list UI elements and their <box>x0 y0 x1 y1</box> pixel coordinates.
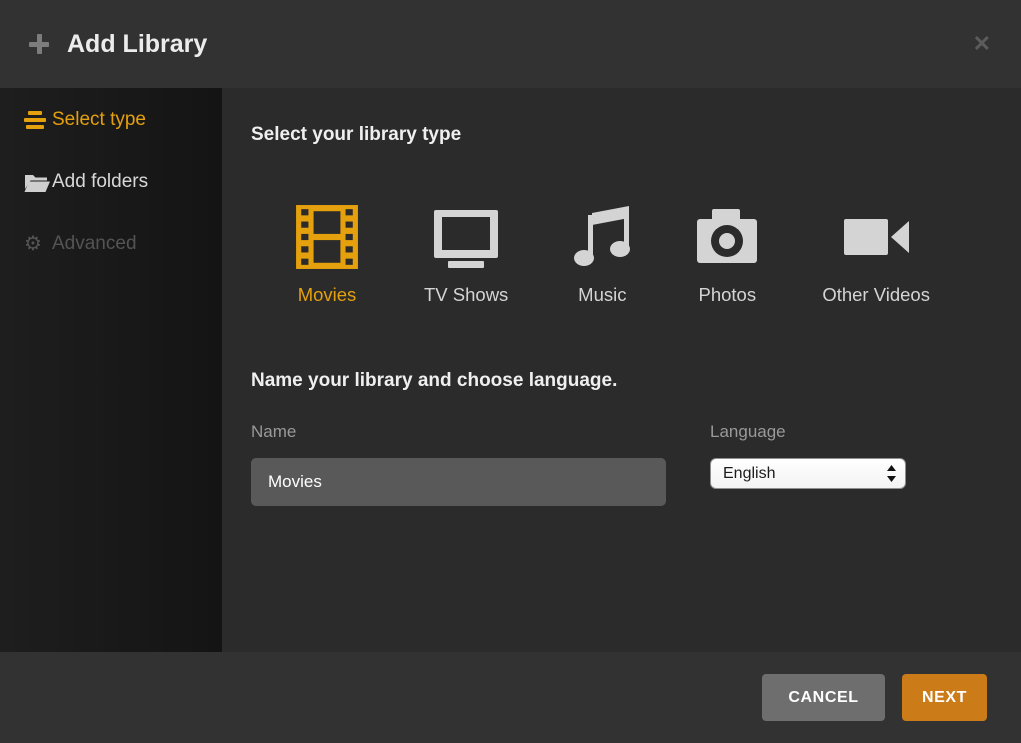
close-icon[interactable]: ✕ <box>973 33 991 55</box>
language-selected-value: English <box>723 465 887 483</box>
type-option-label: Other Videos <box>822 284 930 306</box>
sidebar-item-select-type[interactable]: Select type <box>0 98 222 142</box>
sidebar-item-add-folders[interactable]: Add folders <box>0 160 222 204</box>
dialog-body: Select type Add folders ⚙ Advanced <box>0 88 1021 652</box>
type-option-tv-shows[interactable]: TV Shows <box>424 204 508 306</box>
sidebar-item-label: Add folders <box>52 171 148 193</box>
video-camera-icon <box>843 204 909 270</box>
camera-icon <box>696 204 758 270</box>
dialog-title: Add Library <box>67 30 207 59</box>
library-type-picker: Movies TV Shows <box>251 204 1021 306</box>
language-field-group: Language English <box>710 422 906 506</box>
steps-sidebar: Select type Add folders ⚙ Advanced <box>0 88 222 652</box>
plus-icon <box>28 33 50 55</box>
dialog-header: Add Library ✕ <box>0 0 1021 88</box>
sidebar-item-advanced: ⚙ Advanced <box>0 222 222 266</box>
name-language-heading: Name your library and choose language. <box>251 370 1021 392</box>
main-content: Select your library type <box>222 88 1021 652</box>
sidebar-item-label: Advanced <box>52 233 137 255</box>
folder-open-icon <box>24 172 52 193</box>
type-option-label: TV Shows <box>424 284 508 306</box>
sidebar-item-label: Select type <box>52 109 146 131</box>
tv-monitor-icon <box>432 204 500 270</box>
type-option-music[interactable]: Music <box>572 204 632 306</box>
add-library-dialog: Add Library ✕ Select type Add folders <box>0 0 1021 743</box>
language-select[interactable]: English <box>710 458 906 489</box>
list-bars-icon <box>24 111 52 129</box>
type-option-label: Music <box>578 284 626 306</box>
next-button[interactable]: NEXT <box>902 674 987 721</box>
music-note-icon <box>572 204 632 270</box>
type-option-other-videos[interactable]: Other Videos <box>822 204 930 306</box>
language-label: Language <box>710 422 906 442</box>
type-option-label: Movies <box>298 284 357 306</box>
library-type-heading: Select your library type <box>251 124 1021 146</box>
name-language-form: Name Language English <box>251 422 1021 506</box>
type-option-photos[interactable]: Photos <box>696 204 758 306</box>
film-strip-icon <box>294 204 360 270</box>
name-label: Name <box>251 422 666 442</box>
type-option-movies[interactable]: Movies <box>294 204 360 306</box>
cancel-button[interactable]: CANCEL <box>762 674 885 721</box>
dialog-footer: CANCEL NEXT <box>0 652 1021 743</box>
type-option-label: Photos <box>699 284 757 306</box>
name-field-group: Name <box>251 422 666 506</box>
select-arrows-icon <box>887 465 896 482</box>
gear-icon: ⚙ <box>24 234 52 254</box>
library-name-input[interactable] <box>251 458 666 506</box>
